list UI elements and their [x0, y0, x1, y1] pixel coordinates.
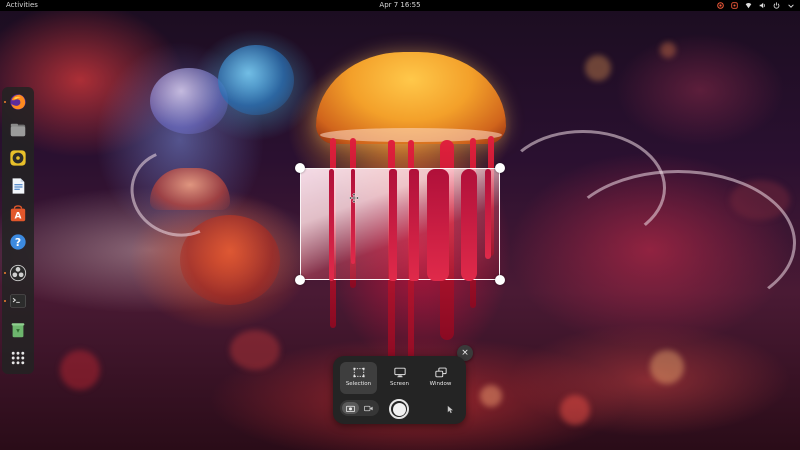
show-pointer-toggle[interactable]	[445, 404, 455, 414]
selection-handle-bottom-right[interactable]	[495, 275, 505, 285]
network-icon[interactable]	[745, 2, 752, 9]
bokeh-light	[585, 55, 611, 81]
screen-icon	[393, 367, 406, 378]
help-icon[interactable]: ?	[8, 232, 28, 252]
selection-handle-bottom-left[interactable]	[295, 275, 305, 285]
jellyfish-tentacle	[389, 169, 397, 281]
svg-text:?: ?	[15, 236, 21, 249]
writer-icon[interactable]	[8, 176, 28, 196]
camera-icon	[346, 405, 355, 412]
rhythmbox-icon[interactable]	[8, 148, 28, 168]
jellyfish-shape	[150, 68, 228, 134]
bokeh-light	[480, 385, 502, 407]
obs-icon[interactable]	[8, 263, 28, 283]
dock: A ?	[2, 87, 34, 374]
jellyfish-tentacle	[461, 169, 477, 281]
jellyfish-tentacle	[485, 169, 491, 259]
firefox-icon[interactable]	[8, 92, 28, 112]
capture-type-toggle	[340, 400, 379, 416]
running-indicator	[4, 272, 6, 274]
dropdown-icon[interactable]	[787, 2, 794, 9]
capture-button-inner	[392, 402, 406, 416]
capture-button[interactable]	[389, 399, 409, 419]
running-indicator	[4, 300, 6, 302]
system-tray[interactable]	[717, 0, 794, 11]
jellyfish-tentacle	[329, 169, 334, 281]
screenshot-selection-area[interactable]	[300, 168, 500, 281]
bokeh-light	[560, 395, 590, 425]
volume-icon[interactable]	[759, 2, 766, 9]
selection-mode-label: Selection	[345, 381, 372, 387]
jellyfish-trail	[560, 170, 796, 316]
clock: Apr 7 16:55	[0, 0, 800, 11]
bokeh-light	[230, 330, 280, 370]
bokeh-light	[60, 350, 100, 390]
running-indicator	[4, 101, 6, 103]
top-bar: Activities Apr 7 16:55	[0, 0, 800, 11]
screen-mode-button[interactable]: Screen	[381, 362, 418, 394]
svg-text:A: A	[15, 212, 22, 222]
power-icon[interactable]	[773, 2, 780, 9]
screen-mode-label: Screen	[390, 381, 409, 387]
selection-handle-top-left[interactable]	[295, 163, 305, 173]
clock-button[interactable]: Apr 7 16:55	[379, 1, 420, 9]
selection-handle-top-right[interactable]	[495, 163, 505, 173]
screenshot-type-button[interactable]	[342, 402, 359, 414]
selection-mode-button[interactable]: Selection	[340, 362, 377, 394]
screencast-type-button[interactable]	[360, 402, 377, 414]
window-mode-label: Window	[429, 381, 452, 387]
selection-icon	[352, 367, 365, 378]
screenshot-panel: Selection Screen Window	[333, 356, 466, 424]
pointer-icon	[447, 405, 453, 413]
files-icon[interactable]	[8, 120, 28, 140]
screen-recording-icon[interactable]	[717, 2, 724, 9]
jellyfish-tentacle	[409, 169, 419, 281]
terminal-icon[interactable]	[8, 291, 28, 311]
jellyfish-tentacle	[351, 169, 355, 264]
trash-icon[interactable]	[8, 320, 28, 340]
jellyfish-tentacle	[427, 169, 449, 281]
software-icon[interactable]: A	[8, 204, 28, 224]
window-mode-button[interactable]: Window	[422, 362, 459, 394]
window-icon	[434, 367, 447, 378]
bokeh-light	[650, 350, 684, 384]
bokeh-light	[660, 42, 676, 58]
video-camera-icon	[364, 405, 373, 411]
accessibility-icon[interactable]	[731, 2, 738, 9]
move-cursor-icon	[348, 188, 360, 204]
jellyfish-shape	[218, 45, 294, 115]
show-apps-icon[interactable]	[8, 348, 28, 368]
